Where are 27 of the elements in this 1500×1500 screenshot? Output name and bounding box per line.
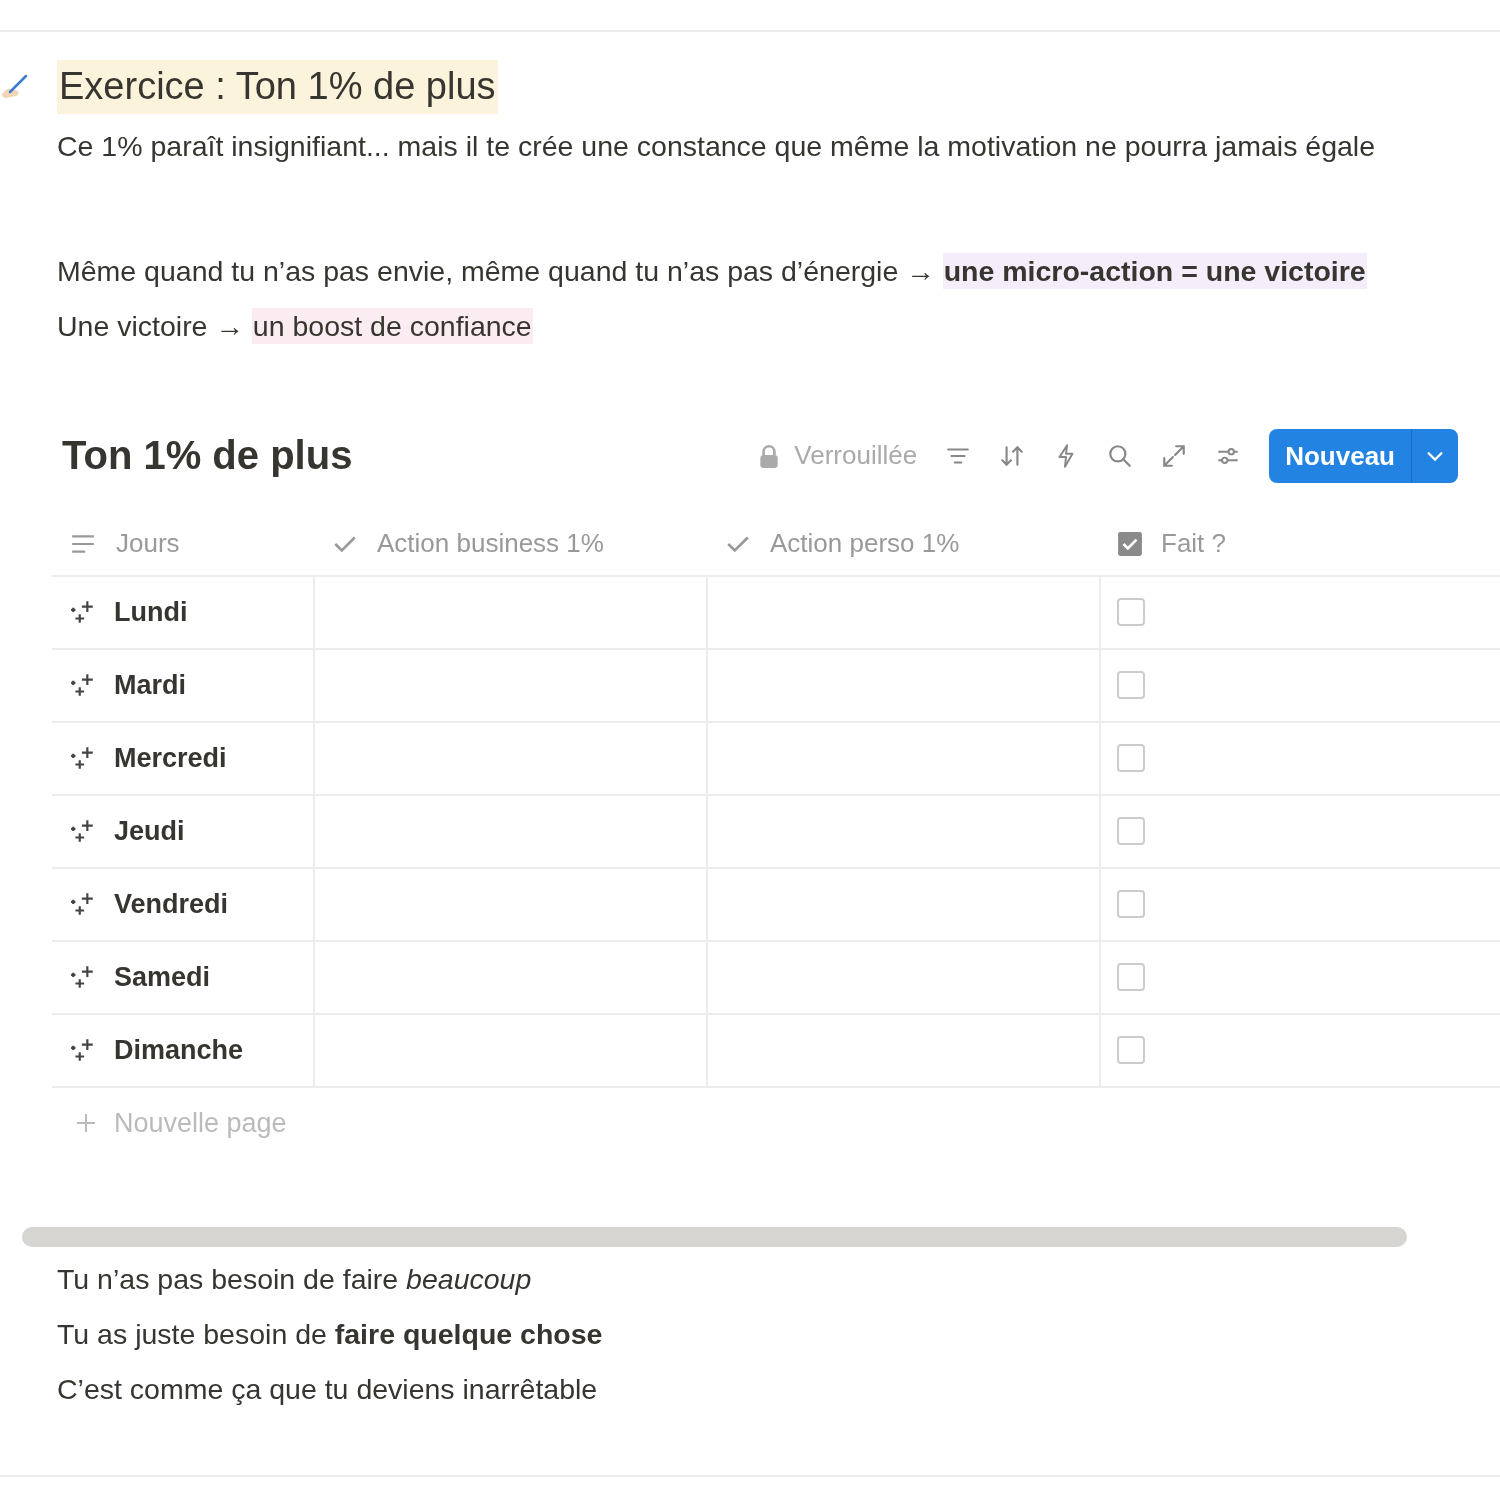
row-title-cell[interactable]: Mercredi — [52, 722, 315, 794]
checkbox[interactable] — [1117, 963, 1145, 992]
checkbox[interactable] — [1117, 671, 1145, 700]
row-title-cell[interactable]: Jeudi — [52, 795, 315, 867]
intro-paragraph: Ce 1% paraît insignifiant... mais il te crée une constance que même la motivation ne pourra jamais égale — [56, 128, 1377, 164]
horizontal-scrollbar[interactable] — [22, 1227, 1407, 1248]
checkbox-icon — [1117, 530, 1143, 557]
row-title-cell[interactable]: Vendredi — [52, 868, 315, 940]
page-heading: Exercice : Ton 1% de plus — [57, 60, 498, 114]
new-button[interactable]: Nouveau — [1269, 428, 1458, 483]
checkbox[interactable] — [1117, 890, 1145, 919]
database-title: Ton 1% de plus — [62, 433, 353, 479]
search-icon[interactable] — [1107, 442, 1134, 469]
row-title-cell[interactable]: Dimanche — [52, 1014, 315, 1086]
checkbox[interactable] — [1117, 744, 1145, 773]
paragraph: Une victoire → un boost de confiance — [56, 306, 534, 346]
checkbox[interactable] — [1117, 1036, 1145, 1065]
paragraph: Tu as juste besoin de faire quelque chose — [56, 1317, 604, 1353]
row-title-cell[interactable]: Lundi — [52, 576, 315, 648]
row-title-cell[interactable]: Samedi — [52, 941, 315, 1013]
paragraph: C’est comme ça que tu deviens inarrêtable — [56, 1372, 599, 1408]
checkbox[interactable] — [1117, 817, 1145, 846]
expand-icon[interactable] — [1161, 442, 1188, 469]
row-title-cell[interactable]: Mardi — [52, 649, 315, 721]
checkbox[interactable] — [1117, 598, 1145, 627]
paragraph: Même quand tu n’as pas envie, même quand tu n’as pas d’énergie → une micro-action = une victoire — [56, 251, 1368, 291]
paragraph: Tu n’as pas besoin de faire beaucoup — [56, 1262, 533, 1298]
